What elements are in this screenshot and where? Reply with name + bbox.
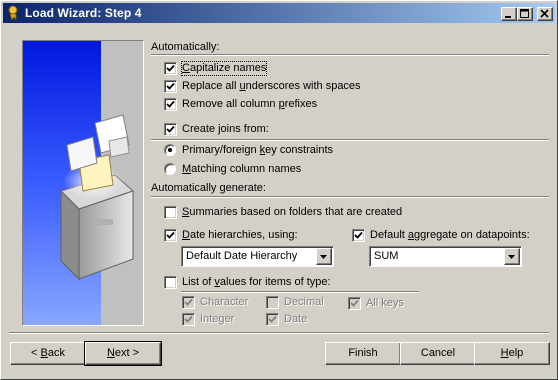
title-bar[interactable]: Load Wizard: Step 4 (3, 3, 555, 23)
date-hierarchies-label: Date hierarchies, using: (182, 229, 298, 241)
date-hierarchy-dropdown-button[interactable] (316, 248, 332, 265)
aggregate-value: SUM (374, 250, 399, 262)
types-separator (181, 291, 419, 293)
default-aggregate-checkbox[interactable] (352, 229, 365, 242)
capitalize-names-label: Capitalize names (180, 61, 268, 76)
date-hierarchies-checkbox[interactable] (164, 229, 177, 242)
create-joins-checkbox[interactable] (164, 123, 177, 136)
automatically-heading: Automatically: (151, 41, 220, 53)
type-all-keys-label: All keys (366, 297, 404, 309)
checkmark-icon (354, 231, 363, 239)
matching-columns-radio[interactable] (164, 163, 176, 175)
primary-foreign-radio[interactable] (164, 144, 176, 156)
summaries-label: Summaries based on folders that are crea… (182, 206, 403, 218)
cancel-button[interactable]: Cancel (400, 342, 476, 365)
close-icon (540, 9, 549, 18)
maximize-button[interactable] (517, 7, 533, 21)
type-character-checkbox[interactable] (182, 296, 195, 309)
wizard-illustration (22, 40, 144, 326)
generate-separator (151, 196, 549, 198)
chevron-down-icon (320, 255, 327, 259)
window-title: Load Wizard: Step 4 (25, 6, 142, 20)
list-of-values-checkbox[interactable] (164, 276, 177, 289)
checkmark-icon (166, 125, 175, 133)
load-wizard-window: Load Wizard: Step 4 Automatically: Capit… (0, 0, 558, 380)
finish-button[interactable]: Finish (325, 342, 401, 365)
checkmark-icon (184, 315, 193, 323)
automatically-separator (151, 54, 549, 56)
checkmark-icon (184, 298, 193, 306)
type-integer-checkbox[interactable] (182, 313, 195, 326)
summaries-checkbox[interactable] (164, 206, 177, 219)
type-all-keys-checkbox[interactable] (348, 297, 361, 310)
checkmark-icon (166, 82, 175, 90)
date-hierarchy-value: Default Date Hierarchy (186, 250, 298, 262)
minimize-icon (505, 16, 511, 18)
next-button[interactable]: Next > (84, 341, 162, 366)
checkmark-icon (350, 299, 359, 307)
automatically-generate-heading: Automatically generate: (151, 182, 266, 194)
aggregate-dropdown-button[interactable] (504, 248, 520, 265)
type-date-checkbox[interactable] (266, 313, 279, 326)
remove-prefixes-checkbox[interactable] (164, 98, 177, 111)
minimize-button[interactable] (501, 7, 517, 21)
capitalize-names-checkbox[interactable] (164, 62, 177, 75)
aggregate-select[interactable]: SUM (369, 246, 522, 267)
chevron-down-icon (508, 255, 515, 259)
remove-prefixes-label: Remove all column prefixes (182, 98, 318, 110)
wizard-app-icon (6, 5, 22, 22)
checkmark-icon (166, 100, 175, 108)
checkmark-icon (166, 64, 175, 72)
date-hierarchy-select[interactable]: Default Date Hierarchy (181, 246, 334, 267)
type-date-label: Date (284, 313, 308, 325)
close-button[interactable] (537, 7, 553, 21)
type-decimal-label: Decimal (284, 296, 324, 308)
checkmark-icon (268, 315, 277, 323)
checkmark-icon (166, 231, 175, 239)
matching-columns-label: Matching column names (182, 163, 302, 175)
replace-underscores-label: Replace all underscores with spaces (182, 80, 361, 92)
type-decimal-checkbox[interactable] (266, 296, 279, 309)
list-of-values-label: List of values for items of type: (182, 276, 331, 288)
button-bar-separator (9, 332, 549, 334)
type-integer-label: Integer (200, 313, 235, 325)
default-aggregate-label: Default aggregate on datapoints: (370, 229, 530, 241)
replace-underscores-checkbox[interactable] (164, 80, 177, 93)
joins-separator (151, 139, 549, 141)
primary-foreign-label: Primary/foreign key constraints (182, 144, 334, 156)
maximize-icon (520, 9, 529, 18)
radio-selected-icon (168, 148, 172, 152)
wizard-box-illustration (23, 41, 143, 325)
create-joins-label: Create joins from: (182, 123, 269, 135)
type-character-label: Character (200, 296, 249, 308)
help-button[interactable]: Help (474, 342, 550, 365)
back-button[interactable]: < Back (10, 342, 86, 365)
